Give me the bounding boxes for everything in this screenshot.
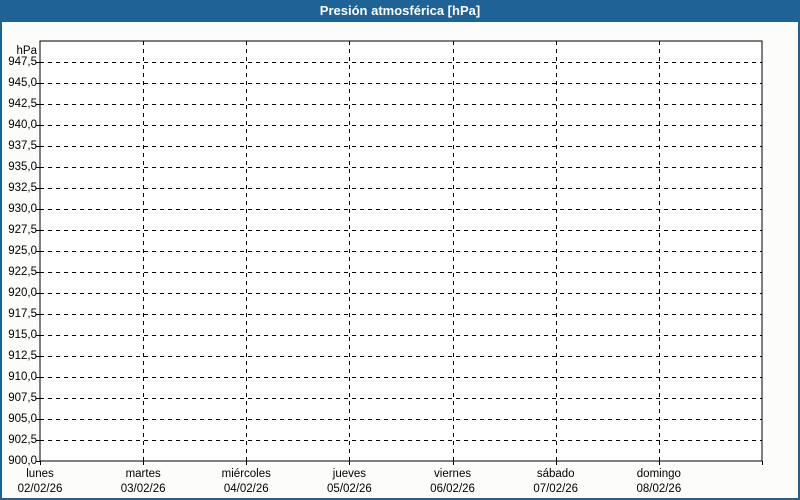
y-tick-label: 935,0 xyxy=(8,161,37,173)
y-tick-label: 920,0 xyxy=(8,287,37,299)
y-tick-label: 915,0 xyxy=(8,329,37,341)
x-date-label: 05/02/26 xyxy=(327,483,372,495)
y-tick-label: 900,0 xyxy=(8,455,37,467)
y-tick-label: 905,0 xyxy=(8,413,37,425)
chart-window: Presión atmosférica [hPa] hPa 947,5 945,0… xyxy=(0,0,800,500)
x-date-label: 07/02/26 xyxy=(533,483,579,495)
y-tick-label: 942,5 xyxy=(8,98,37,110)
y-tick-label: 910,0 xyxy=(8,371,37,383)
y-tick-label: 945,0 xyxy=(8,77,37,89)
y-tick-label: 940,0 xyxy=(8,119,37,131)
y-tick-label: 917,5 xyxy=(8,308,37,320)
x-day-label: miércoles xyxy=(221,468,271,480)
y-tick-label: 922,5 xyxy=(8,266,37,278)
chart-canvas: Presión atmosférica [hPa] hPa 947,5 945,0… xyxy=(2,2,798,498)
y-tick-label: 925,0 xyxy=(8,245,37,257)
x-day-label: viernes xyxy=(434,468,472,480)
y-tick-label: 937,5 xyxy=(8,140,37,152)
x-day-label: lunes xyxy=(26,468,54,480)
x-day-label: jueves xyxy=(332,468,367,480)
y-tick-label: 912,5 xyxy=(8,350,37,362)
x-date-label: 03/02/26 xyxy=(120,483,166,495)
x-day-label: martes xyxy=(125,468,161,480)
x-date-label: 02/02/26 xyxy=(17,483,63,495)
y-tick-label: 930,0 xyxy=(8,203,37,215)
x-day-label: domingo xyxy=(636,468,681,480)
x-date-label: 08/02/26 xyxy=(636,483,682,495)
y-tick-label: 907,5 xyxy=(8,392,37,404)
y-tick-label: 927,5 xyxy=(8,224,37,236)
chart-grid xyxy=(36,40,763,465)
x-day-label: sábado xyxy=(536,468,575,480)
y-tick-label: 932,5 xyxy=(8,182,37,194)
x-date-label: 06/02/26 xyxy=(430,483,475,495)
y-tick-label: 902,5 xyxy=(8,434,37,446)
y-tick-label: 947,5 xyxy=(8,56,37,68)
x-date-label: 04/02/26 xyxy=(223,483,269,495)
